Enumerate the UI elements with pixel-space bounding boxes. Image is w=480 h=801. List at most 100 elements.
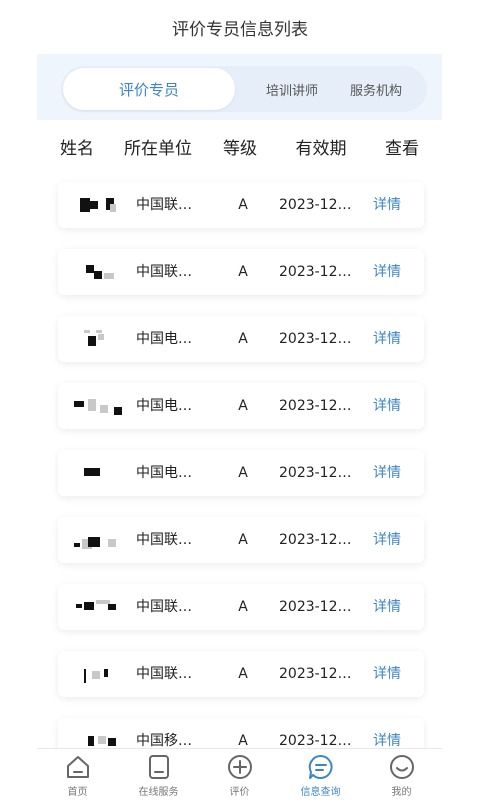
redaction-block xyxy=(104,669,108,677)
organization-cell: 中国电… xyxy=(136,398,192,414)
redaction-block xyxy=(84,669,86,683)
table-row: 中国联… A 2023-12… 详情 xyxy=(58,517,424,563)
tab-info-query-label: 信息查询 xyxy=(300,787,341,798)
organization-cell: 中国电… xyxy=(136,331,192,347)
segmented-control: 评价专员 培训讲师 服务机构 xyxy=(61,66,427,112)
organization-cell: 中国联… xyxy=(136,666,192,682)
level-cell: A xyxy=(238,197,248,213)
redaction-block xyxy=(88,537,100,547)
organization-cell: 中国电… xyxy=(136,465,192,481)
redaction-block xyxy=(100,405,108,413)
tab-evaluation-specialist[interactable]: 评价专员 xyxy=(63,68,235,110)
redaction-block xyxy=(88,399,96,411)
details-link[interactable]: 详情 xyxy=(373,383,401,429)
plus-circle-icon xyxy=(228,755,252,779)
details-link[interactable]: 详情 xyxy=(373,651,401,697)
details-link[interactable]: 详情 xyxy=(373,517,401,563)
validity-cell: 2023-12… xyxy=(279,331,352,347)
column-header-validity: 有效期 xyxy=(295,139,347,159)
redaction-block xyxy=(114,407,122,415)
table-row: 中国联… A 2023-12… 详情 xyxy=(58,249,424,295)
redaction-block xyxy=(74,543,80,547)
redaction-block xyxy=(88,736,94,746)
tab-training-lecturer[interactable]: 培训讲师 xyxy=(253,66,331,112)
level-cell: A xyxy=(238,666,248,682)
level-cell: A xyxy=(238,599,248,615)
validity-cell: 2023-12… xyxy=(279,264,352,280)
table-row: 中国电… A 2023-12… 详情 xyxy=(58,316,424,362)
redaction-block xyxy=(80,198,90,212)
redaction-block xyxy=(108,539,116,547)
level-cell: A xyxy=(238,331,248,347)
document-icon xyxy=(149,755,169,779)
redaction-block xyxy=(92,671,100,679)
table-row: 中国联… A 2023-12… 详情 xyxy=(58,584,424,630)
column-header-view: 查看 xyxy=(385,139,419,159)
validity-cell: 2023-12… xyxy=(279,599,352,615)
home-icon xyxy=(67,756,89,778)
redacted-name xyxy=(74,263,122,281)
column-header-name: 姓名 xyxy=(60,139,94,159)
tab-mine-label: 我的 xyxy=(391,787,412,798)
tab-online-service-label: 在线服务 xyxy=(138,787,179,798)
validity-cell: 2023-12… xyxy=(279,398,352,414)
organization-cell: 中国联… xyxy=(136,532,192,548)
redaction-block xyxy=(84,330,90,333)
redacted-name xyxy=(74,598,122,616)
details-link[interactable]: 详情 xyxy=(373,450,401,496)
redaction-block xyxy=(88,336,96,346)
redacted-name xyxy=(74,665,122,683)
details-link[interactable]: 详情 xyxy=(373,249,401,295)
column-header-level: 等级 xyxy=(223,139,257,159)
redacted-name xyxy=(74,196,122,214)
tab-service-agency[interactable]: 服务机构 xyxy=(331,66,421,112)
tab-evaluate[interactable]: 评价 xyxy=(199,749,280,801)
level-cell: A xyxy=(238,398,248,414)
redaction-block xyxy=(94,271,102,279)
redaction-block xyxy=(74,401,84,407)
bottom-tab-bar: 首页 在线服务 评价 信息查询 我的 xyxy=(37,748,442,801)
details-link[interactable]: 详情 xyxy=(373,316,401,362)
table-row: 中国电… A 2023-12… 详情 xyxy=(58,383,424,429)
validity-cell: 2023-12… xyxy=(279,197,352,213)
table-row: 中国联… A 2023-12… 详情 xyxy=(58,182,424,228)
redaction-block xyxy=(90,201,98,209)
redacted-name xyxy=(74,330,122,348)
redacted-name xyxy=(74,464,122,482)
details-link[interactable]: 详情 xyxy=(373,584,401,630)
level-cell: A xyxy=(238,465,248,481)
organization-cell: 中国联… xyxy=(136,197,192,213)
table-row: 中国电… A 2023-12… 详情 xyxy=(58,450,424,496)
redaction-block xyxy=(84,468,100,476)
chat-bubble-icon xyxy=(308,754,333,779)
table-row: 中国联… A 2023-12… 详情 xyxy=(58,651,424,697)
organization-cell: 中国联… xyxy=(136,264,192,280)
tab-mine[interactable]: 我的 xyxy=(361,749,442,801)
redaction-block xyxy=(96,330,102,333)
tab-home[interactable]: 首页 xyxy=(37,749,118,801)
redaction-block xyxy=(98,334,104,340)
redaction-block xyxy=(108,604,116,610)
redaction-block xyxy=(84,602,94,610)
redaction-block xyxy=(98,736,106,744)
redacted-name xyxy=(74,531,122,549)
tab-info-query[interactable]: 信息查询 xyxy=(280,749,361,801)
details-link[interactable]: 详情 xyxy=(373,182,401,228)
tab-evaluate-label: 评价 xyxy=(229,787,250,798)
redaction-block xyxy=(86,265,94,273)
column-header-organization: 所在单位 xyxy=(124,139,192,159)
redaction-block xyxy=(108,738,116,746)
validity-cell: 2023-12… xyxy=(279,465,352,481)
page-title: 评价专员信息列表 xyxy=(172,19,308,40)
smiley-icon xyxy=(390,755,414,779)
tab-online-service[interactable]: 在线服务 xyxy=(118,749,199,801)
tab-home-label: 首页 xyxy=(67,787,88,798)
redaction-block xyxy=(76,604,82,608)
level-cell: A xyxy=(238,264,248,280)
level-cell: A xyxy=(238,532,248,548)
redacted-name xyxy=(74,397,122,415)
validity-cell: 2023-12… xyxy=(279,666,352,682)
organization-cell: 中国联… xyxy=(136,599,192,615)
redaction-block xyxy=(104,273,114,279)
page-header: 评价专员信息列表 xyxy=(0,0,480,54)
